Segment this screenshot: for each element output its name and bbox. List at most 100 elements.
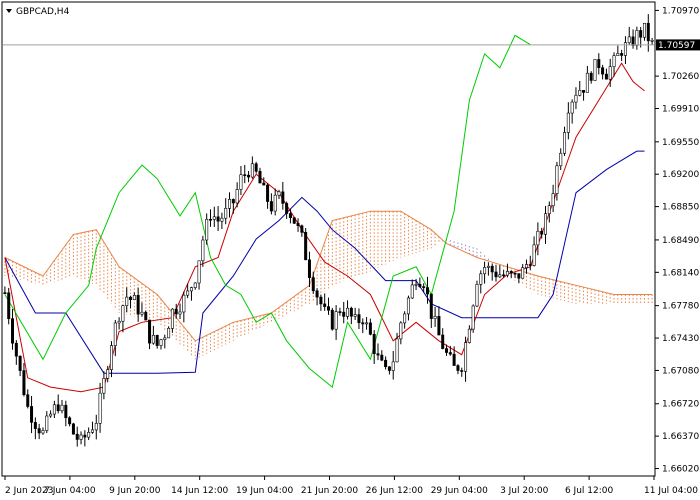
indicator-lines — [4, 34, 653, 393]
x-tick-label: 21 Jun 20:00 — [301, 486, 358, 496]
candle-body — [258, 170, 262, 184]
candle-body — [334, 311, 338, 330]
candle-body — [193, 282, 197, 288]
candle-body — [391, 361, 395, 371]
candle-body — [239, 174, 243, 190]
candle-body — [483, 267, 487, 275]
candle-body — [536, 230, 540, 246]
candle-body — [208, 218, 212, 221]
candle-body — [98, 392, 102, 424]
candle-body — [159, 339, 163, 346]
candle-body — [418, 284, 422, 287]
candle-body — [300, 225, 304, 233]
candle-body — [517, 273, 521, 279]
time-axis: 2 Jun 20237 Jun 04:00 9 Jun 20:00 14 Jun 1… — [4, 476, 698, 496]
candle-body — [148, 319, 152, 344]
candle-body — [540, 230, 544, 235]
candle-body — [445, 348, 449, 353]
candle-body — [460, 370, 464, 372]
candle-body — [639, 30, 643, 38]
candle-body — [182, 294, 186, 313]
candle-body — [353, 314, 357, 317]
candle-body — [441, 334, 445, 349]
x-tick-label: 14 Jun 12:00 — [171, 486, 228, 496]
candle-body — [167, 328, 171, 339]
candle-body — [338, 311, 342, 313]
candle-body — [52, 404, 56, 415]
candle-body — [235, 189, 239, 204]
senkou-span-a-line — [4, 210, 653, 342]
candle-body — [288, 213, 292, 219]
candle-body — [68, 417, 72, 425]
candle-body — [110, 345, 114, 370]
candle-body — [250, 163, 254, 178]
candle-body — [380, 354, 384, 361]
candle-body — [311, 277, 315, 292]
candle-body — [456, 365, 460, 371]
y-tick-label: 1.67080 — [662, 366, 699, 376]
candle-body — [243, 174, 247, 176]
candle-body — [574, 94, 578, 103]
candle-body — [201, 239, 205, 262]
candle-body — [106, 369, 110, 379]
candle-body — [437, 316, 441, 336]
y-tick-label: 1.69550 — [662, 138, 699, 148]
candle-body — [414, 284, 418, 286]
candle-body — [22, 370, 26, 396]
triangle-down-icon[interactable] — [6, 9, 12, 13]
candle-body — [566, 112, 570, 133]
candle-body — [60, 404, 64, 412]
candle-body — [71, 423, 75, 435]
candle-body — [151, 334, 155, 344]
candle-body — [395, 338, 399, 363]
candle-body — [304, 232, 308, 261]
candle-body — [326, 306, 330, 311]
candle-body — [631, 36, 635, 46]
candle-body — [319, 296, 323, 305]
candle-body — [604, 73, 608, 80]
y-tick-label: 1.68850 — [662, 203, 699, 213]
candle-body — [471, 305, 475, 330]
candle-body — [490, 265, 494, 273]
y-tick-label: 1.66720 — [662, 400, 699, 410]
candle-body — [285, 203, 289, 214]
candle-body — [406, 297, 410, 315]
x-tick-label: 19 Jun 04:00 — [236, 486, 293, 496]
candle-body — [90, 429, 94, 433]
x-tick-label: 26 Jun 12:00 — [366, 486, 423, 496]
candle-body — [368, 322, 372, 335]
candle-body — [315, 290, 319, 298]
candle-body — [94, 422, 98, 431]
current-price-badge: 1.70597 — [656, 39, 700, 51]
candle-body — [178, 311, 182, 315]
y-tick-label: 1.70970 — [662, 6, 699, 16]
candle-body — [266, 184, 270, 202]
candle-body — [513, 272, 517, 275]
y-tick-label: 1.69200 — [662, 170, 699, 180]
candle-body — [376, 353, 380, 356]
candle-body — [247, 174, 251, 178]
x-tick-label: 9 Jun 20:00 — [109, 486, 161, 496]
candle-body — [45, 415, 49, 431]
candle-body — [608, 66, 612, 80]
candle-body — [330, 309, 334, 330]
candle-body — [140, 311, 144, 315]
current-price-label: 1.70597 — [658, 41, 695, 51]
symbol-title: GBPCAD,H4 — [16, 7, 70, 17]
candle-body — [254, 163, 258, 172]
candle-body — [521, 267, 525, 279]
candle-body — [87, 432, 91, 438]
candle-body — [323, 303, 327, 307]
candle-body — [642, 22, 646, 38]
candle-body — [231, 199, 235, 204]
candle-body — [532, 244, 536, 266]
x-tick-label: 7 Jun 04:00 — [44, 486, 96, 496]
symbol-header[interactable]: GBPCAD,H4 — [6, 7, 70, 17]
candle-body — [502, 274, 506, 277]
candle-body — [433, 316, 437, 319]
chart-area[interactable]: 1.70970 1.70260 1.69910 1.69550 1.69200 1.688… — [0, 0, 700, 500]
candle-body — [262, 182, 266, 186]
candle-body — [361, 322, 365, 325]
candle-body — [612, 55, 616, 68]
candle-body — [563, 132, 567, 154]
